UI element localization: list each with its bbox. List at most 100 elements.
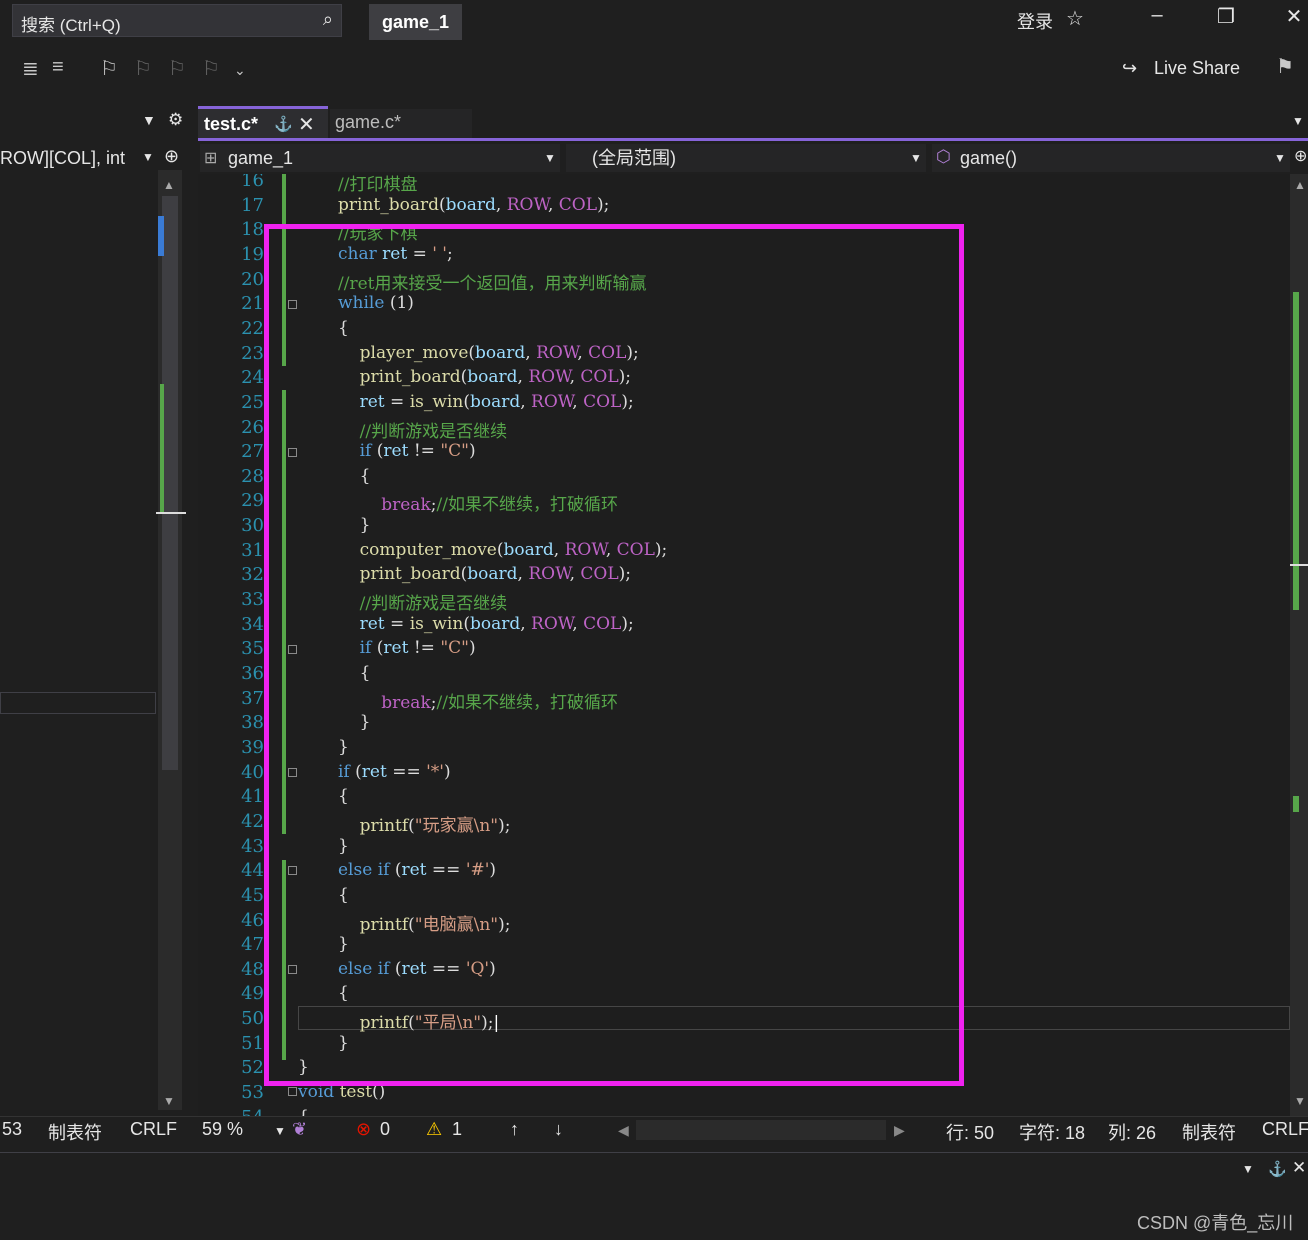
scroll-up-icon[interactable]: ▲ [1294, 178, 1306, 192]
fold-toggle[interactable] [288, 1087, 297, 1096]
prev-bookmark-icon[interactable]: ⚐ [134, 56, 152, 81]
line-number: 53 [241, 1082, 264, 1104]
cursor-col[interactable]: 列: 26 [1108, 1119, 1156, 1145]
code-line[interactable]: { [298, 1107, 309, 1116]
live-share-button[interactable]: Live Share [1154, 58, 1240, 79]
tab-game-c[interactable]: game.c* [330, 109, 472, 138]
close-panel-icon[interactable]: ✕ [1292, 1158, 1306, 1178]
change-marker [1293, 292, 1299, 610]
comment-icon[interactable]: ≡ [52, 56, 64, 79]
tab-test-c[interactable]: test.c* ⚓ ✕ [198, 106, 328, 138]
method-cube-icon: ⬡ [936, 147, 951, 166]
code-line[interactable]: print_board(board, ROW, COL); [338, 195, 609, 215]
line-number: 16 [241, 174, 264, 191]
line-number: 49 [241, 983, 264, 1005]
close-tab-icon[interactable]: ✕ [298, 112, 315, 137]
zoom-level[interactable]: 59 % [202, 1119, 243, 1140]
line-number: 23 [241, 342, 264, 364]
line-number: 32 [241, 564, 264, 586]
line-number: 17 [241, 194, 264, 216]
settings-icon[interactable]: ⚙ [168, 110, 183, 130]
scroll-down-icon[interactable]: ▼ [163, 1094, 175, 1108]
panel-dropdown-icon[interactable]: ▼ [1242, 1162, 1254, 1176]
left-eol-mode[interactable]: CRLF [130, 1119, 177, 1140]
scroll-up-icon[interactable]: ▲ [163, 178, 175, 192]
line-number: 43 [241, 835, 264, 857]
arrow-down-icon[interactable]: ↓ [554, 1119, 563, 1140]
solution-name: game_1 [369, 4, 462, 40]
error-count[interactable]: 0 [380, 1119, 390, 1140]
outdent-icon[interactable]: ≣ [22, 56, 39, 81]
project-icon: ⊞ [204, 150, 218, 167]
line-number: 36 [241, 663, 264, 684]
scroll-marker [158, 216, 164, 256]
chevron-down-icon[interactable]: ▼ [544, 151, 556, 165]
split-icon[interactable]: ⊕ [1294, 146, 1307, 166]
cursor-char[interactable]: 字符: 18 [1019, 1119, 1085, 1145]
line-number: 54 [198, 1107, 264, 1116]
eol-mode[interactable]: CRLF [1262, 1119, 1308, 1140]
change-marker [160, 384, 164, 512]
minimize-icon[interactable]: – [1137, 4, 1177, 27]
chevron-down-icon[interactable]: ▼ [1274, 151, 1286, 165]
line-number: 18 [241, 219, 264, 241]
search-box[interactable]: 搜索 (Ctrl+Q) ⌕ [12, 4, 342, 37]
scroll-left-icon[interactable]: ◀ [618, 1122, 629, 1139]
title-bar: 搜索 (Ctrl+Q) ⌕ game_1 登录 ☆ – ❐ ✕ [0, 0, 1308, 44]
share-icon[interactable]: ↪ [1122, 58, 1137, 79]
line-number: 51 [241, 1032, 264, 1054]
project-dropdown[interactable]: game_1 [200, 144, 560, 172]
horizontal-scrollbar[interactable] [636, 1120, 886, 1140]
search-icon[interactable]: ⌕ [323, 9, 333, 30]
cursor-row[interactable]: 行: 50 [946, 1119, 994, 1145]
line-number: 52 [241, 1057, 264, 1079]
member-function-dropdown[interactable]: game() [932, 144, 1290, 172]
scroll-right-icon[interactable]: ▶ [894, 1122, 905, 1139]
toolbar-overflow-icon[interactable]: ⌄ [234, 62, 246, 79]
change-marker [1293, 796, 1299, 812]
pin-icon[interactable]: ⚓ [1268, 1160, 1287, 1178]
pin-icon[interactable]: ⚓ [274, 115, 293, 133]
chevron-down-icon[interactable]: ▼ [142, 150, 154, 164]
line-number: 27 [241, 441, 264, 463]
left-scroll-thumb[interactable] [162, 196, 178, 770]
error-icon[interactable]: ⊗ [356, 1119, 371, 1140]
clear-bookmark-icon[interactable]: ⚐ [202, 56, 220, 81]
feedback-icon[interactable]: ⚑ [1276, 54, 1294, 79]
left-line-count: 53 [2, 1119, 23, 1139]
split-icon[interactable]: ⊕ [164, 146, 179, 167]
warning-count[interactable]: 1 [452, 1119, 462, 1140]
member-dropdown[interactable]: ROW][COL], int [0, 144, 156, 172]
tabs-mode[interactable]: 制表符 [1182, 1119, 1236, 1145]
intellicode-icon[interactable]: ❦ [292, 1119, 307, 1140]
restore-icon[interactable]: ❐ [1206, 4, 1246, 29]
tab-label: game.c* [335, 112, 402, 132]
close-icon[interactable]: ✕ [1274, 4, 1308, 29]
line-number: 35 [241, 638, 264, 660]
chevron-down-icon[interactable]: ▼ [274, 1124, 286, 1138]
line-number: 33 [241, 589, 264, 611]
scope-dropdown[interactable]: (全局范围) [566, 144, 926, 172]
search-input[interactable]: 搜索 (Ctrl+Q) [21, 11, 121, 36]
line-number: 22 [241, 317, 264, 339]
line-number: 29 [241, 490, 264, 512]
navigation-bar: game_1 ⊞ ▼ (全局范围) ▼ game() ⬡ ▼ [198, 142, 1290, 174]
left-tabs-mode[interactable]: 制表符 [48, 1119, 102, 1145]
chevron-down-icon[interactable]: ▼ [910, 151, 922, 165]
scroll-down-icon[interactable]: ▼ [1294, 1094, 1306, 1108]
line-number: 21 [241, 293, 264, 315]
line-number: 25 [241, 391, 264, 413]
code-line[interactable]: //打印棋盘 [338, 174, 417, 195]
arrow-up-icon[interactable]: ↑ [510, 1119, 519, 1140]
warning-icon[interactable]: ⚠ [426, 1119, 442, 1140]
account-icon[interactable]: ☆ [1066, 6, 1084, 31]
scroll-position-marker [1290, 564, 1308, 566]
toolbar: ≣ ≡ ⚐ ⚐ ⚐ ⚐ ⌄ ⚑ [0, 44, 1308, 102]
line-number: 47 [241, 934, 264, 956]
panel-dropdown-icon[interactable]: ▼ [142, 112, 156, 128]
line-number: 34 [241, 613, 264, 635]
next-bookmark-icon[interactable]: ⚐ [168, 56, 186, 81]
bookmark-icon[interactable]: ⚐ [100, 56, 118, 81]
tab-overflow-icon[interactable]: ▼ [1292, 114, 1304, 128]
login-button[interactable]: 登录 [1017, 8, 1053, 34]
